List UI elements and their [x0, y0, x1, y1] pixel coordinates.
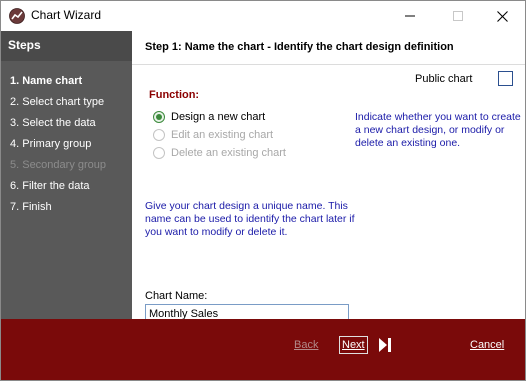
function-help-text: Indicate whether you want to create a ne…	[355, 111, 521, 149]
close-icon	[496, 10, 508, 22]
radio-delete-existing-chart: Delete an existing chart	[153, 146, 286, 160]
maximize-icon	[453, 11, 463, 21]
app-icon	[9, 8, 25, 24]
radio-edit-existing-chart: Edit an existing chart	[153, 128, 273, 142]
public-chart-checkbox[interactable]	[498, 71, 513, 86]
steps-sidebar: Steps 1. Name chart 2. Select chart type…	[1, 31, 132, 319]
radio-design-new-chart[interactable]: Design a new chart	[153, 110, 265, 124]
close-button[interactable]	[479, 1, 525, 31]
radio-label: Design a new chart	[171, 111, 266, 123]
step-filter-data[interactable]: 6. Filter the data	[10, 180, 90, 192]
window-title: Chart Wizard	[31, 8, 102, 22]
radio-button-selected[interactable]	[153, 111, 165, 123]
step-select-chart-type[interactable]: 2. Select chart type	[10, 96, 104, 108]
chart-name-label: Chart Name:	[145, 290, 208, 302]
title-bar: Chart Wizard	[1, 1, 525, 31]
steps-header-label: Steps	[8, 38, 41, 52]
radio-label: Delete an existing chart	[171, 147, 286, 159]
radio-button	[153, 129, 165, 141]
maximize-button[interactable]	[435, 1, 481, 31]
cancel-button[interactable]: Cancel	[470, 339, 504, 351]
main-panel: Step 1: Name the chart - Identify the ch…	[132, 31, 525, 323]
minimize-icon	[405, 15, 415, 17]
minimize-button[interactable]	[387, 1, 433, 31]
skip-to-end-icon[interactable]	[378, 337, 392, 353]
radio-button	[153, 147, 165, 159]
step-select-data[interactable]: 3. Select the data	[10, 117, 96, 129]
step-secondary-group: 5. Secondary group	[10, 159, 107, 171]
function-label: Function:	[149, 89, 200, 101]
header-divider	[132, 64, 525, 65]
chart-wizard-window: Chart Wizard Steps 1. Name chart 2. Sele…	[0, 0, 526, 381]
next-button[interactable]: Next	[339, 336, 368, 354]
name-help-text: Give your chart design a unique name. Th…	[145, 200, 355, 238]
wizard-footer: Back Next Cancel	[1, 319, 525, 380]
step-header: Step 1: Name the chart - Identify the ch…	[132, 31, 525, 61]
step-finish[interactable]: 7. Finish	[10, 201, 52, 213]
step-title: Step 1: Name the chart - Identify the ch…	[145, 41, 454, 53]
step-primary-group[interactable]: 4. Primary group	[10, 138, 91, 150]
public-chart-label: Public chart	[415, 73, 473, 85]
back-button[interactable]: Back	[294, 339, 318, 351]
radio-label: Edit an existing chart	[171, 129, 274, 141]
step-name-chart[interactable]: 1. Name chart	[10, 75, 82, 87]
radio-dot	[156, 114, 162, 120]
steps-header: Steps	[1, 31, 132, 61]
